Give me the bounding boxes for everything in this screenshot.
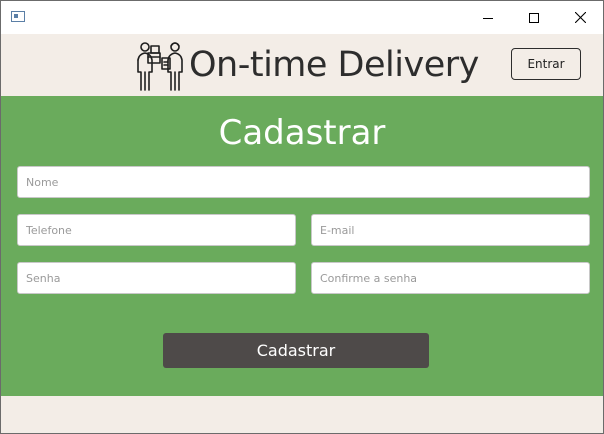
minimize-icon (483, 17, 493, 19)
title-bar (1, 1, 603, 34)
name-input[interactable] (17, 166, 590, 198)
form-title: Cadastrar (218, 113, 386, 153)
signup-panel: Cadastrar Cadastrar (1, 96, 603, 396)
maximize-icon (529, 12, 539, 23)
email-input[interactable] (311, 214, 590, 246)
minimize-button[interactable] (465, 1, 511, 34)
close-button[interactable] (557, 1, 603, 34)
window-app-icon (11, 11, 25, 22)
app-window: On-time Delivery Entrar Cadastrar Cadast… (0, 0, 604, 434)
login-button[interactable]: Entrar (511, 48, 581, 80)
submit-button[interactable]: Cadastrar (163, 333, 429, 368)
footer (1, 396, 603, 433)
brand-title: On-time Delivery (189, 45, 479, 85)
password-input[interactable] (17, 262, 296, 294)
maximize-button[interactable] (511, 1, 557, 34)
delivery-people-icon (137, 42, 183, 91)
phone-input[interactable] (17, 214, 296, 246)
app-header: On-time Delivery Entrar (1, 34, 603, 96)
close-icon (574, 12, 586, 23)
confirm-password-input[interactable] (311, 262, 590, 294)
